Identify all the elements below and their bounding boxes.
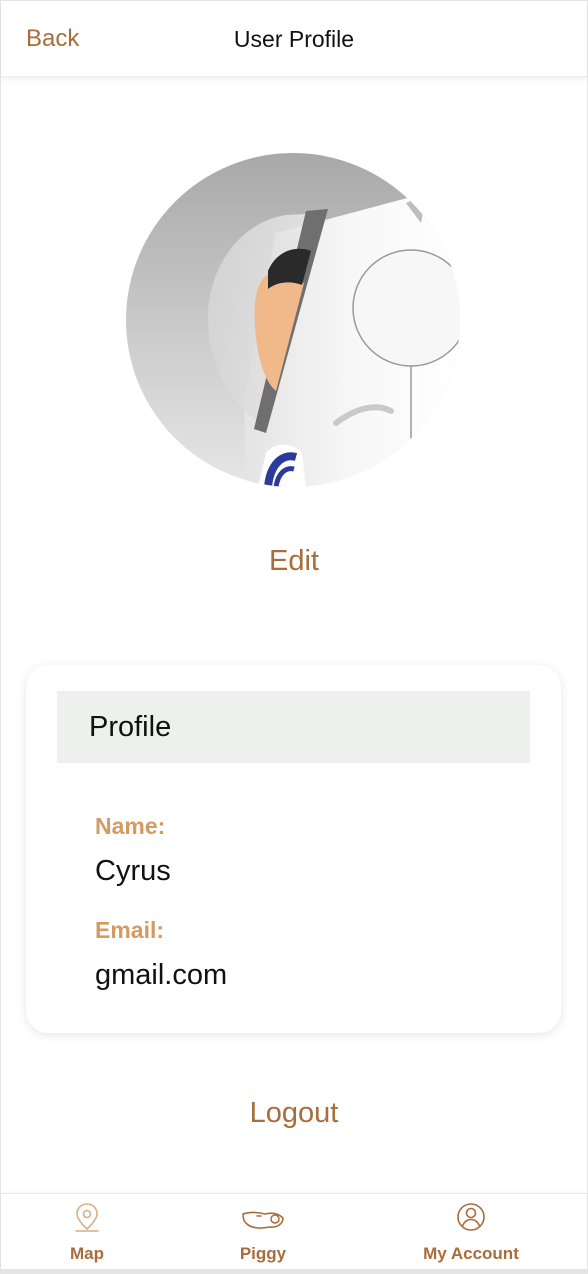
nav-item-my-account[interactable]: My Account	[409, 1194, 533, 1270]
nav-item-map[interactable]: Map	[37, 1194, 137, 1270]
name-label: Name:	[95, 813, 166, 839]
edit-button[interactable]: Edit	[1, 545, 587, 578]
piggy-bank-icon	[239, 1200, 287, 1239]
profile-avatar	[126, 153, 460, 487]
account-icon	[454, 1200, 488, 1239]
nav-label-piggy: Piggy	[239, 1244, 287, 1263]
profile-card-header: Profile	[57, 691, 530, 763]
email-value: gmail.com	[95, 959, 228, 991]
nav-label-map: Map	[70, 1244, 104, 1263]
bottom-nav: Map Piggy My Account	[1, 1193, 587, 1269]
app-screen: Back User Profile Edit Profile Name: Cyr…	[0, 0, 588, 1274]
name-value: Cyrus	[95, 855, 171, 887]
nav-item-piggy[interactable]: Piggy	[213, 1194, 313, 1270]
bottom-edge	[1, 1269, 588, 1274]
email-label: Email:	[95, 917, 165, 943]
top-header: Back User Profile	[1, 1, 587, 77]
logout-button[interactable]: Logout	[1, 1097, 587, 1130]
astronaut-avatar-image	[126, 153, 460, 487]
map-pin-icon	[72, 1200, 102, 1239]
page-title: User Profile	[233, 26, 355, 52]
nav-label-my-account: My Account	[423, 1244, 519, 1263]
profile-card-title: Profile	[89, 711, 172, 743]
profile-card: Profile Name: Cyrus Email: gmail.com	[26, 665, 561, 1033]
